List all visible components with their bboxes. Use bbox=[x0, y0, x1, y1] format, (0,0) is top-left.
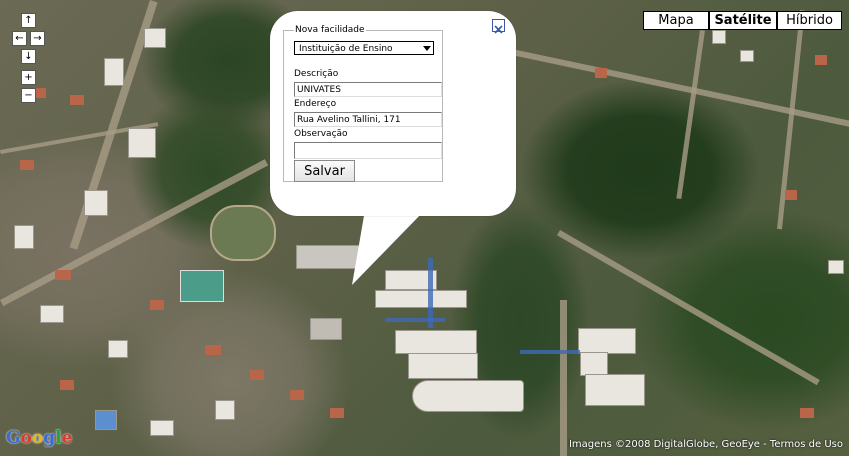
pan-up-button[interactable]: ↑ bbox=[21, 13, 36, 28]
zoom-out-button[interactable]: − bbox=[21, 88, 36, 103]
facility-type-select[interactable]: Instituição de Ensino bbox=[294, 41, 434, 55]
building bbox=[144, 28, 166, 48]
pan-down-button[interactable]: ↓ bbox=[21, 49, 36, 64]
walkway bbox=[520, 350, 580, 354]
building bbox=[84, 190, 108, 216]
attribution-separator: - bbox=[759, 439, 770, 450]
map-type-hybrid-button[interactable]: Híbrido bbox=[777, 11, 842, 30]
building bbox=[150, 420, 174, 436]
building bbox=[828, 260, 844, 274]
facility-type-value: Instituição de Ensino bbox=[299, 44, 393, 54]
logo-letter: G bbox=[6, 428, 21, 448]
logo-letter: g bbox=[43, 428, 56, 448]
roof bbox=[250, 370, 264, 380]
road bbox=[560, 300, 567, 456]
map-type-satellite-button[interactable]: Satélite bbox=[709, 11, 777, 30]
form-legend: Nova facilidade bbox=[295, 25, 365, 35]
zoom-in-button[interactable]: + bbox=[21, 70, 36, 85]
building bbox=[412, 380, 524, 412]
building bbox=[580, 352, 608, 376]
building bbox=[585, 374, 645, 406]
roof bbox=[70, 95, 84, 105]
roof bbox=[595, 68, 607, 78]
building bbox=[215, 400, 235, 420]
map-type-map-button[interactable]: Mapa bbox=[643, 11, 709, 30]
save-button[interactable]: Salvar bbox=[294, 160, 355, 182]
description-label: Descrição bbox=[294, 69, 339, 79]
roof bbox=[785, 190, 797, 200]
building bbox=[375, 290, 467, 308]
roof bbox=[290, 390, 304, 400]
roof bbox=[55, 270, 71, 280]
building bbox=[296, 245, 368, 269]
pan-right-button[interactable]: → bbox=[30, 31, 45, 46]
roof bbox=[20, 160, 34, 170]
satellite-map[interactable]: ↑ ← → ↓ + − Mapa Satélite Híbrido Nova f… bbox=[0, 0, 849, 456]
roof bbox=[800, 408, 814, 418]
logo-letter: o bbox=[20, 428, 32, 448]
building bbox=[104, 58, 124, 86]
sports-field bbox=[210, 205, 276, 261]
building bbox=[128, 128, 156, 158]
roof bbox=[205, 345, 221, 355]
court bbox=[180, 270, 224, 302]
roof bbox=[815, 55, 827, 65]
building bbox=[740, 50, 754, 62]
building bbox=[40, 305, 64, 323]
building bbox=[408, 353, 478, 379]
roof bbox=[150, 300, 164, 310]
close-icon[interactable] bbox=[492, 19, 505, 34]
logo-letter: e bbox=[61, 428, 73, 448]
observation-field[interactable] bbox=[294, 142, 442, 159]
google-logo[interactable]: Google bbox=[6, 428, 72, 448]
walkway bbox=[428, 258, 433, 328]
pan-left-button[interactable]: ← bbox=[12, 31, 27, 46]
building bbox=[310, 318, 342, 340]
building bbox=[395, 330, 477, 354]
terms-of-use-link[interactable]: Termos de Uso bbox=[770, 439, 843, 450]
building bbox=[95, 410, 117, 430]
logo-letter: o bbox=[31, 428, 44, 448]
address-field[interactable] bbox=[294, 112, 442, 127]
building bbox=[578, 328, 636, 354]
roof bbox=[330, 408, 344, 418]
building bbox=[712, 30, 726, 44]
road bbox=[676, 30, 705, 200]
description-field[interactable] bbox=[294, 82, 442, 97]
imagery-credit: Imagens ©2008 DigitalGlobe, GeoEye bbox=[568, 439, 760, 450]
attribution: Imagens ©2008 DigitalGlobe, GeoEye - Ter… bbox=[569, 439, 843, 450]
building bbox=[14, 225, 34, 249]
building bbox=[108, 340, 128, 358]
chevron-down-icon bbox=[423, 46, 431, 51]
observation-label: Observação bbox=[294, 129, 348, 139]
walkway bbox=[385, 318, 445, 322]
roof bbox=[60, 380, 74, 390]
address-label: Endereço bbox=[294, 99, 337, 109]
